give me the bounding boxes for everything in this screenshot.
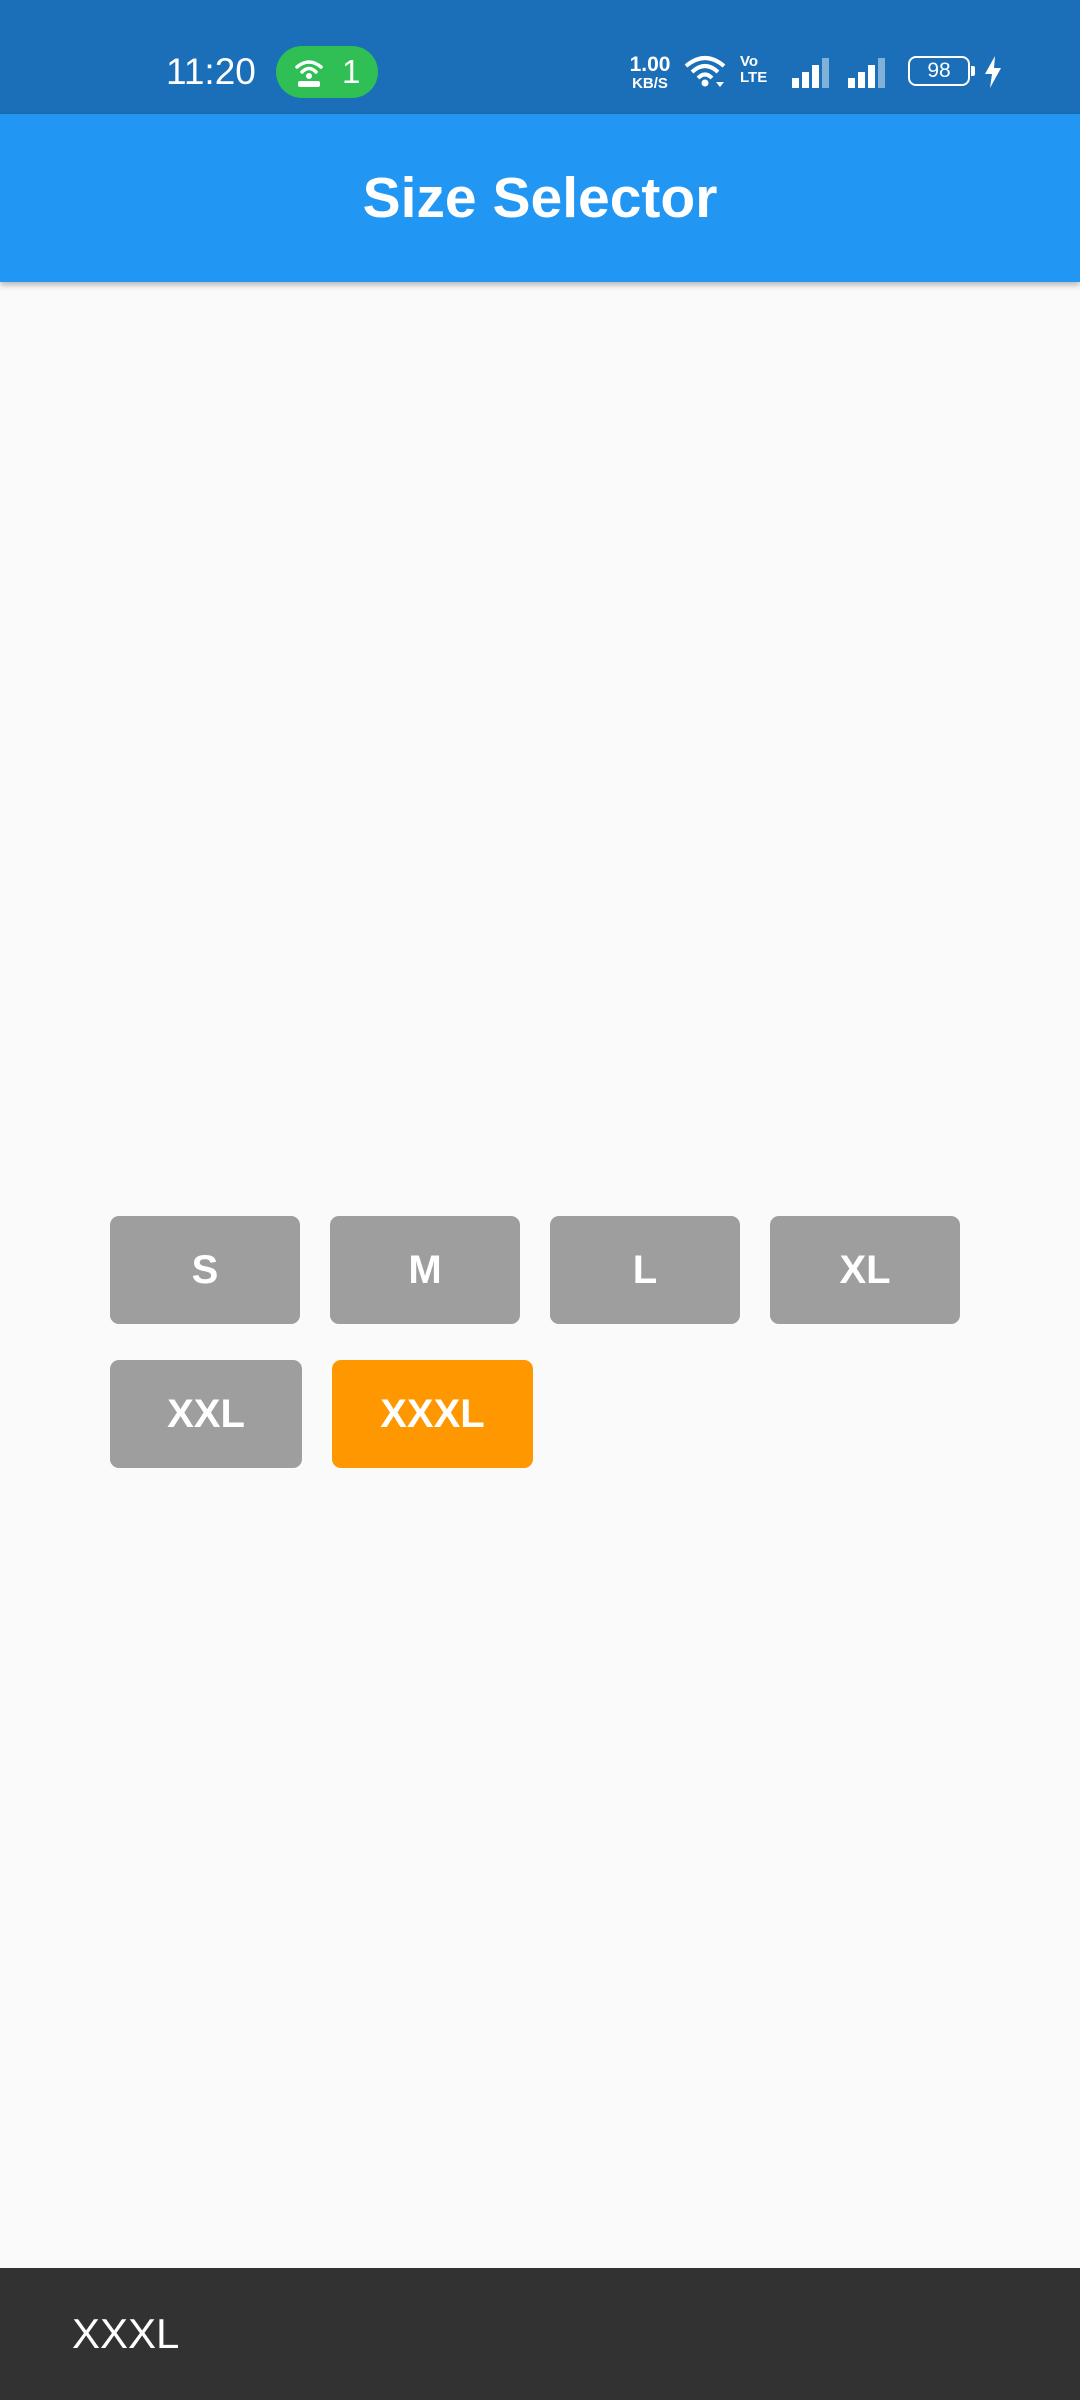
page-title: Size Selector xyxy=(362,166,718,230)
volte-top: Vo xyxy=(740,53,759,70)
volte-bottom: LTE xyxy=(740,69,768,86)
size-button-xxxl[interactable]: XXXL xyxy=(332,1360,533,1468)
hotspot-icon xyxy=(295,60,323,87)
status-bar: 11:20 1 1.00 KB/S Vo LTE 98 xyxy=(0,0,1080,114)
status-time: 11:20 xyxy=(166,51,256,92)
size-button-xl[interactable]: XL xyxy=(770,1216,960,1324)
size-button-xxl[interactable]: XXL xyxy=(110,1360,302,1468)
signal-icon xyxy=(848,58,885,88)
hotspot-indicator[interactable]: 1 xyxy=(276,46,378,98)
network-speed-value: 1.00 xyxy=(629,53,671,76)
size-selector-grid: S M L XL XXL XXXL xyxy=(110,1216,990,1504)
charging-icon xyxy=(985,56,1001,88)
wifi-icon xyxy=(684,56,726,87)
size-button-s[interactable]: S xyxy=(110,1216,300,1324)
network-speed: 1.00 KB/S xyxy=(624,54,676,92)
size-row: XXL XXXL xyxy=(110,1360,990,1468)
size-row: S M L XL xyxy=(110,1216,990,1324)
app-bar: Size Selector xyxy=(0,114,1080,282)
size-button-l[interactable]: L xyxy=(550,1216,740,1324)
signal-icon xyxy=(792,58,829,88)
battery-level: 98 xyxy=(927,59,951,82)
snackbar-message: XXXL xyxy=(72,2310,180,2357)
network-speed-unit: KB/S xyxy=(632,75,668,92)
hotspot-count: 1 xyxy=(342,53,361,90)
size-button-m[interactable]: M xyxy=(330,1216,520,1324)
snackbar: XXXL xyxy=(0,2268,1080,2400)
volte-icon: Vo LTE xyxy=(740,54,767,86)
battery-icon: 98 xyxy=(908,56,975,86)
